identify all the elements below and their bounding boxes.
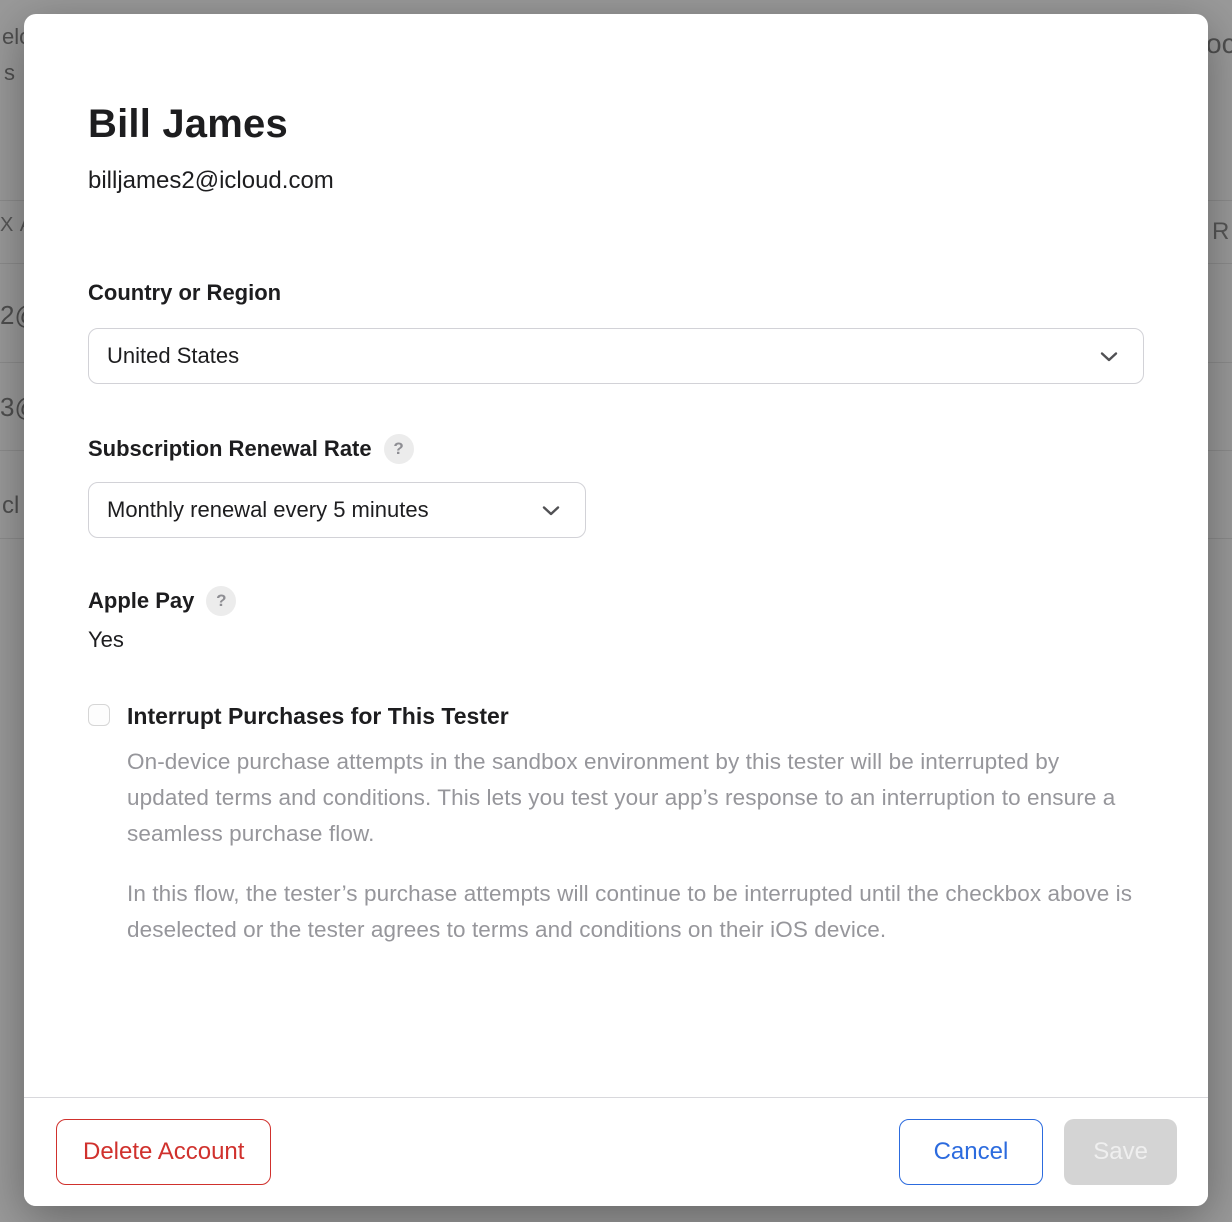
apple-pay-label: Apple Pay ? [88,586,1144,616]
save-button[interactable]: Save [1064,1119,1177,1185]
chevron-down-icon [1097,344,1121,368]
apple-pay-label-text: Apple Pay [88,586,194,616]
cancel-button[interactable]: Cancel [899,1119,1044,1185]
interrupt-purchases-row: Interrupt Purchases for This Tester [88,702,1144,730]
renewal-rate-value: Monthly renewal every 5 minutes [107,497,539,523]
country-region-select[interactable]: United States [88,328,1144,384]
country-region-value: United States [107,343,1097,369]
country-region-label-text: Country or Region [88,278,281,308]
backdrop-text-fragment: cl [2,492,19,520]
delete-account-button[interactable]: Delete Account [56,1119,271,1185]
apple-pay-help-icon[interactable]: ? [206,586,236,616]
interrupt-description-1: On-device purchase attempts in the sandb… [127,744,1144,852]
dialog-body: Bill James billjames2@icloud.com Country… [24,14,1208,948]
interrupt-purchases-label[interactable]: Interrupt Purchases for This Tester [127,702,509,730]
renewal-rate-label: Subscription Renewal Rate ? [88,434,1144,464]
backdrop-text-fragment: s [4,60,15,86]
renewal-rate-label-text: Subscription Renewal Rate [88,434,372,464]
backdrop-text-fragment: oc [1206,28,1232,60]
country-region-label: Country or Region [88,278,1144,308]
backdrop-text-fragment: R [1212,218,1229,246]
interrupt-purchases-checkbox[interactable] [88,704,110,726]
chevron-down-icon [539,498,563,522]
renewal-rate-select[interactable]: Monthly renewal every 5 minutes [88,482,586,538]
interrupt-description-2: In this flow, the tester’s purchase atte… [127,876,1144,948]
renewal-rate-help-icon[interactable]: ? [384,434,414,464]
apple-pay-value: Yes [88,626,1144,654]
edit-tester-dialog: Bill James billjames2@icloud.com Country… [24,14,1208,1206]
dialog-footer: Delete Account Cancel Save [24,1097,1208,1206]
tester-name-title: Bill James [88,98,1144,150]
tester-email: billjames2@icloud.com [88,166,1144,196]
